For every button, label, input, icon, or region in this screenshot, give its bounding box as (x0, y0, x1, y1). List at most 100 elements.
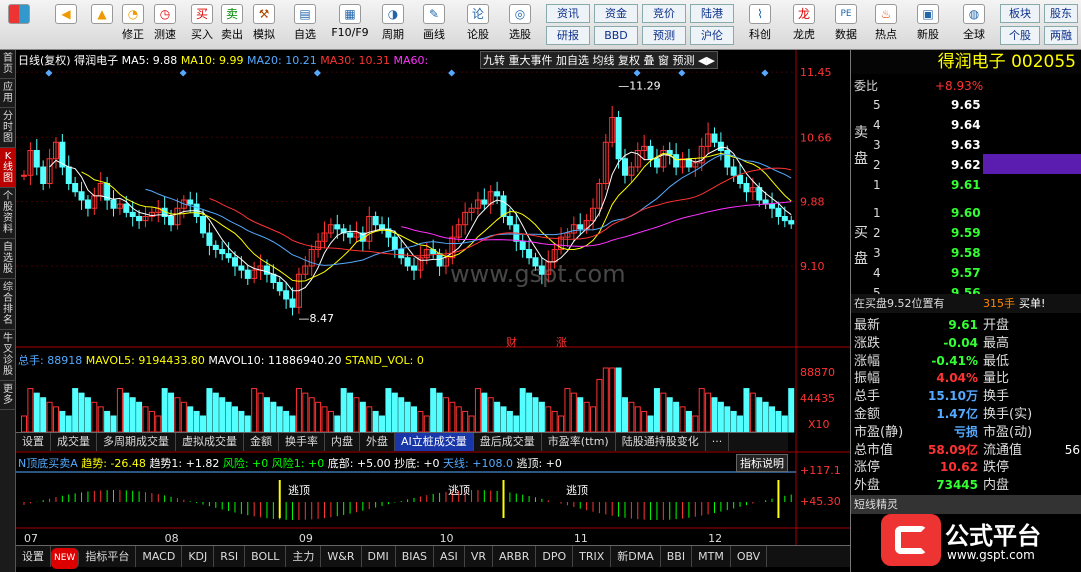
buy-button[interactable]: 买买入 (188, 2, 216, 48)
add-watch-button[interactable]: 加自选 (556, 54, 589, 67)
up-down-icon[interactable]: ▲ (88, 2, 116, 48)
auction-button[interactable]: 竞价 (642, 4, 686, 23)
major-event-button[interactable]: 重大事件 (509, 54, 553, 67)
ind-tab-rsi[interactable]: RSI (214, 546, 246, 567)
forum-button[interactable]: 论论股 (462, 2, 494, 48)
nine-turn-button[interactable]: 九转 (483, 54, 505, 67)
sector-button[interactable]: 板块 (1000, 4, 1040, 23)
vol-tab-afterhours[interactable]: 盘后成交量 (474, 433, 542, 451)
capital-button[interactable]: 资金 (594, 4, 638, 23)
draw-line-label: 画线 (423, 28, 445, 41)
level-num: 4 (873, 266, 881, 280)
forecast-chart-button[interactable]: 预测 (673, 54, 695, 67)
period-button[interactable]: ◑ 周期 (375, 2, 411, 48)
grid-icon[interactable] (4, 2, 34, 48)
vol-tab-amount[interactable]: 金额 (244, 433, 279, 451)
forecast-button[interactable]: 预测 (642, 26, 686, 45)
tab-timeshare[interactable]: 分时图 (0, 108, 16, 148)
volume-bar (679, 406, 686, 433)
price-tick: 9.10 (800, 260, 825, 273)
stat-label: 总手 (854, 389, 881, 405)
stat-label: 涨幅 (854, 353, 881, 369)
hk-connect-button[interactable]: 陆港 (690, 4, 734, 23)
kline-chart-area[interactable]: 11.45 10.66 9.88 9.10 —11.29 —8.47 88870 44435 X… (16, 50, 850, 572)
shanghai-london-button[interactable]: 沪伦 (690, 26, 734, 45)
vol-tab-volume[interactable]: 成交量 (51, 433, 97, 451)
research-button[interactable]: 研报 (546, 26, 590, 45)
ind-tab-bias[interactable]: BIAS (396, 546, 435, 567)
ind-tab-mtm[interactable]: MTM (692, 546, 731, 567)
tab-diagnosis[interactable]: 牛叉诊股 (0, 330, 16, 381)
candle-body (168, 216, 175, 226)
tab-profile[interactable]: 个股资料 (0, 188, 16, 239)
ma-button[interactable]: 均线 (593, 54, 615, 67)
vol-tab-hk-holding[interactable]: 陆股通持股变化 (616, 433, 706, 451)
ind-tab-kdj[interactable]: KDJ (182, 546, 215, 567)
window-button[interactable]: 窗 (658, 54, 669, 67)
ind-tab-wr[interactable]: W&R (321, 546, 362, 567)
f10-button[interactable]: ▦ F10/F9 (327, 2, 373, 48)
bbd-button[interactable]: BBD (594, 26, 638, 45)
level-num: 2 (873, 158, 881, 172)
candle-body (187, 199, 194, 205)
dragon-tiger-button[interactable]: 龙龙虎 (786, 2, 822, 48)
tab-apps[interactable]: 应用 (0, 79, 16, 108)
vol-tab-turnover[interactable]: 换手率 (279, 433, 325, 451)
watchlist-button[interactable]: ▤ 自选 (287, 2, 323, 48)
ind-tab-dmi[interactable]: DMI (362, 546, 396, 567)
news-button[interactable]: 资讯 (546, 4, 590, 23)
vol-tab-ai[interactable]: AI立桩成交量 (395, 433, 474, 451)
data-button[interactable]: PE 数据 (828, 2, 864, 48)
volume-bar (506, 410, 513, 433)
ind-tab-main[interactable]: 主力 (286, 546, 322, 567)
ind-tab-platform[interactable]: 指标平台 (79, 546, 137, 567)
draw-line-button[interactable]: ✎ 画线 (416, 2, 452, 48)
screener-button[interactable]: ◎ 选股 (502, 2, 538, 48)
overlay-button[interactable]: 叠 (644, 54, 655, 67)
ind-tab-obv[interactable]: OBV (731, 546, 768, 567)
ipo-button[interactable]: ▣ 新股 (910, 2, 946, 48)
tab-watchlist[interactable]: 自选股 (0, 239, 16, 279)
ind-tab-asi[interactable]: ASI (434, 546, 465, 567)
volume-bar (398, 397, 405, 433)
nav-icon[interactable]: ◀▶ (698, 54, 715, 67)
simulate-button[interactable]: ⚒ 模拟 (249, 2, 279, 48)
news-title[interactable]: 短线精灵 (851, 495, 1081, 514)
main-legend: 日线(复权) 得润电子 MA5: 9.88 MA10: 9.99 MA20: 1… (18, 52, 428, 68)
indicator-help-button[interactable]: 指标说明 (736, 454, 788, 472)
ind-tab-settings[interactable]: 设置 (16, 546, 51, 567)
margin-button[interactable]: 两融 (1044, 26, 1078, 45)
ind-tab-bbi[interactable]: BBI (661, 546, 693, 567)
hotspot-button[interactable]: ♨ 热点 (868, 2, 904, 48)
stock-button[interactable]: 个股 (1000, 26, 1040, 45)
tab-ranking[interactable]: 综合排名 (0, 279, 16, 330)
vol-tab-inner[interactable]: 内盘 (325, 433, 360, 451)
ind-tab-vr[interactable]: VR (465, 546, 493, 567)
vol-tab-pe[interactable]: 市盈率(ttm) (542, 433, 616, 451)
ind-tab-boll[interactable]: BOLL (245, 546, 287, 567)
ind-tab-trix[interactable]: TRIX (573, 546, 612, 567)
global-button[interactable]: ◍ 全球 (956, 2, 992, 48)
adjust-button[interactable]: 复权 (618, 54, 640, 67)
vol-tab-settings[interactable]: 设置 (16, 433, 51, 451)
ind-tab-macd[interactable]: MACD (136, 546, 183, 567)
back-icon[interactable]: ◀ (52, 2, 80, 48)
shareholder-button[interactable]: 股东 (1044, 4, 1078, 23)
ind-tab-arbr[interactable]: ARBR (493, 546, 537, 567)
vol-tab-multi[interactable]: 多周期成交量 (97, 433, 176, 451)
f10-icon: ▦ (339, 4, 361, 24)
tab-home[interactable]: 首页 (0, 50, 16, 79)
tab-more[interactable]: 更多 (0, 381, 16, 410)
ind-tab-dpo[interactable]: DPO (536, 546, 574, 567)
tab-kline[interactable]: K线图 (0, 148, 16, 188)
ind-tab-dma[interactable]: 新DMA (611, 546, 661, 567)
vol-tab-virtual[interactable]: 虚拟成交量 (176, 433, 244, 451)
vol-tab-outer[interactable]: 外盘 (360, 433, 395, 451)
modify-button[interactable]: ◔ 修正 (118, 2, 148, 48)
volume-bar (142, 406, 149, 433)
sell-button[interactable]: 卖卖出 (218, 2, 246, 48)
vol-tab-more[interactable]: ··· (706, 433, 730, 451)
star-market-button[interactable]: ⌇ 科创 (742, 2, 778, 48)
speedtest-button[interactable]: ◷ 测速 (150, 2, 180, 48)
forum-icon: 论 (467, 4, 489, 24)
